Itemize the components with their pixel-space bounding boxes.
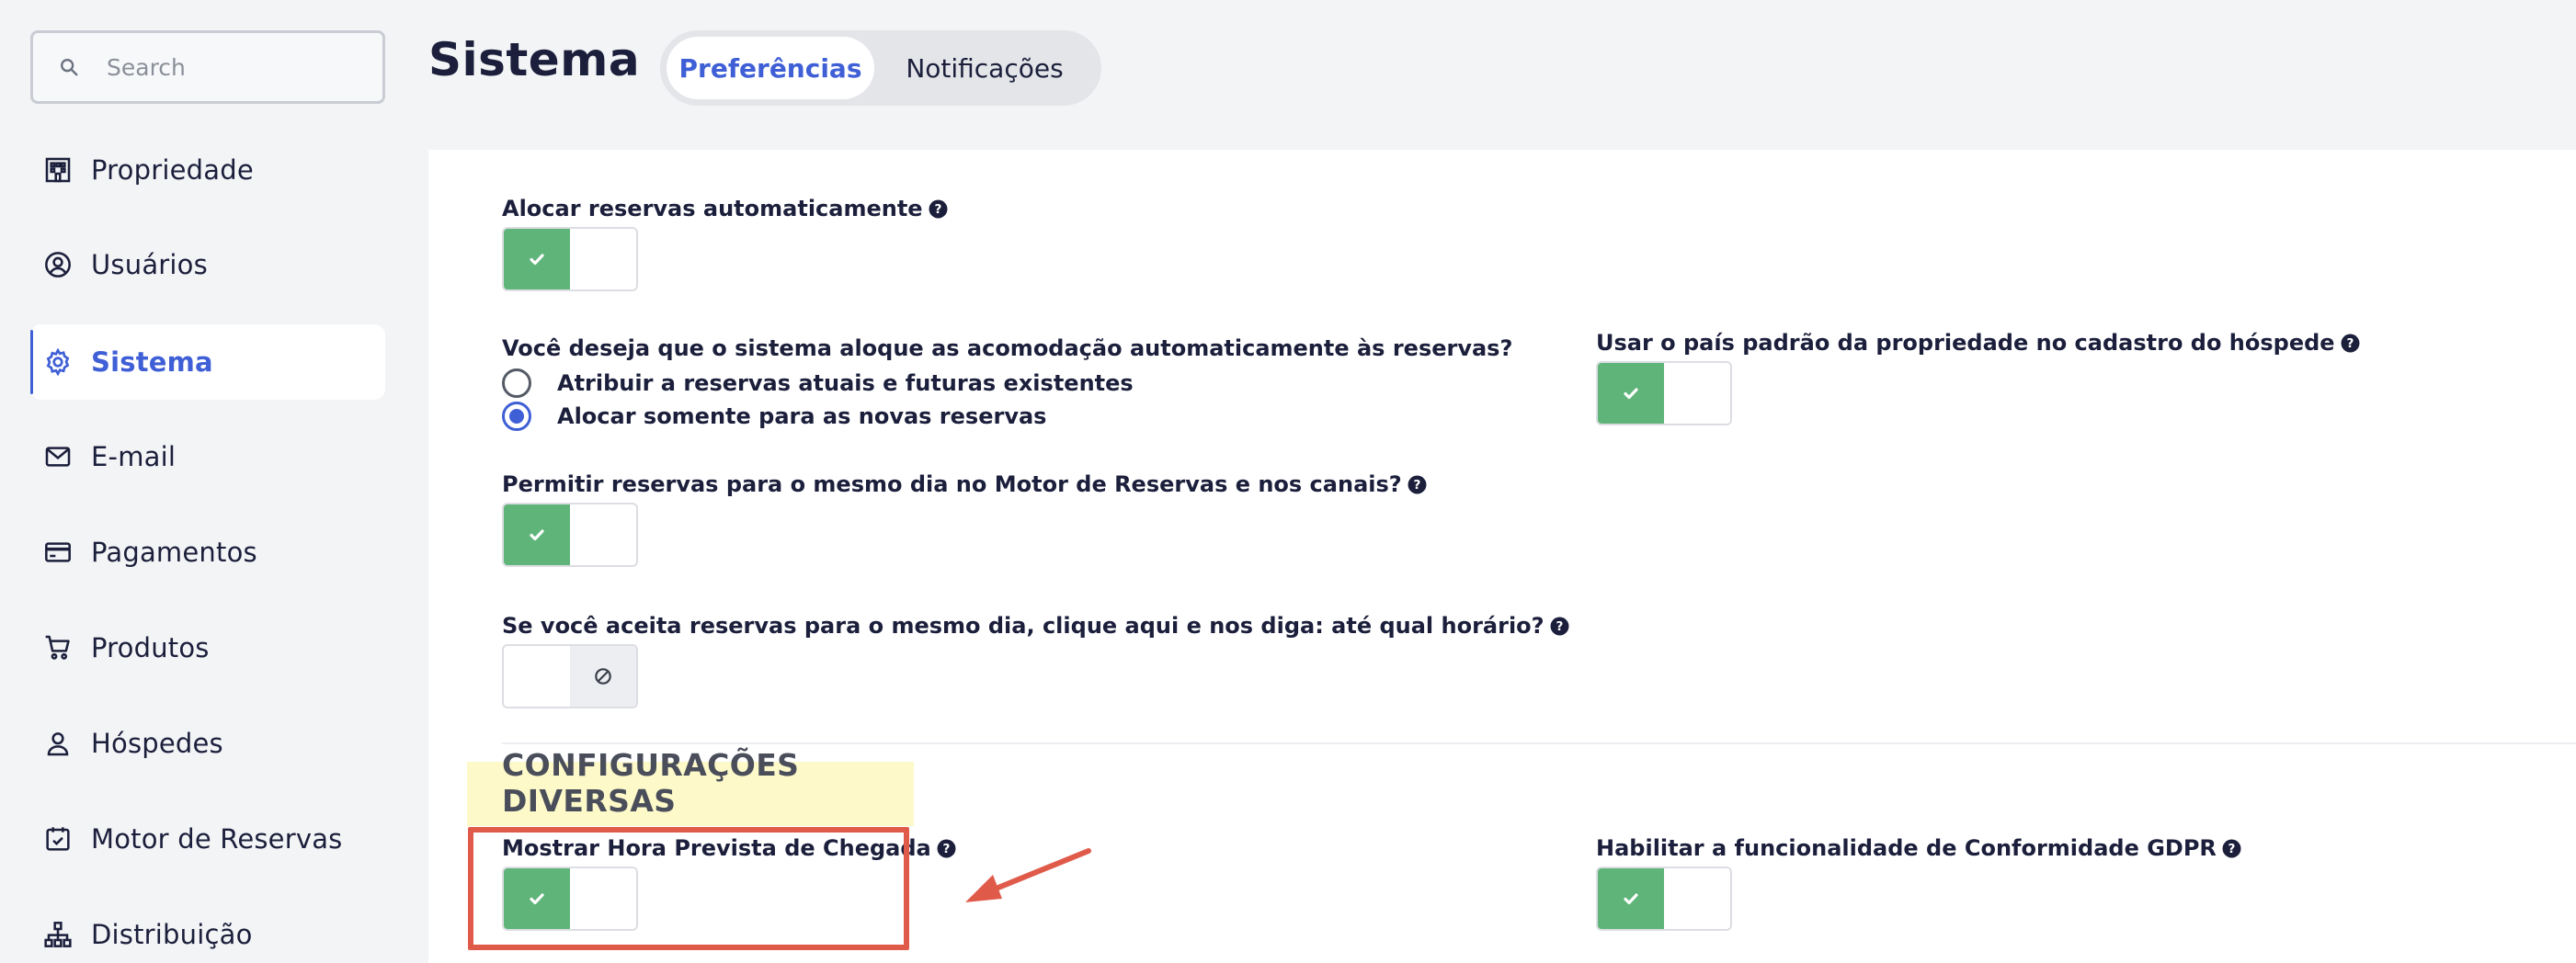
section-divider [502, 742, 2576, 744]
toggle-on-segment [504, 229, 570, 289]
auto-allocate-label: Alocar reservas automaticamente ? [502, 196, 948, 221]
sidebar: Propriedade Usuários Sistema E-mail [0, 0, 428, 963]
sidebar-item-usuarios[interactable]: Usuários [30, 227, 385, 302]
sidebar-item-label: Propriedade [91, 154, 254, 186]
help-icon[interactable]: ? [2341, 334, 2360, 353]
sidebar-item-pagamentos[interactable]: Pagamentos [30, 515, 385, 590]
sidebar-item-label: Pagamentos [91, 537, 257, 568]
radio-option-existing[interactable]: Atribuir a reservas atuais e futuras exi… [502, 368, 1134, 398]
sidebar-item-label: Distribuição [91, 919, 253, 950]
gear-icon [41, 346, 74, 379]
tab-notificacoes[interactable]: Notificações [874, 37, 1095, 99]
annotation-arrow-icon [965, 848, 1091, 902]
svg-text:?: ? [1413, 478, 1420, 493]
check-icon [530, 254, 544, 266]
same-day-time-toggle[interactable] [502, 644, 638, 708]
default-country-label-text: Usar o país padrão da propriedade no cad… [1596, 330, 2335, 356]
search-input[interactable] [107, 53, 355, 81]
help-icon[interactable]: ? [2222, 839, 2241, 858]
toggle-on-segment [1598, 868, 1664, 929]
arrival-time-toggle[interactable] [502, 867, 638, 931]
same-day-time-label-text: Se você aceita reservas para o mesmo dia… [502, 613, 1544, 639]
help-icon[interactable]: ? [1408, 475, 1427, 494]
toggle-off-segment [570, 646, 636, 707]
allocation-question-label: Você deseja que o sistema aloque as acom… [502, 335, 1513, 361]
auto-allocate-label-text: Alocar reservas automaticamente [502, 196, 923, 221]
svg-text:?: ? [934, 202, 941, 217]
check-icon [530, 893, 544, 905]
calendar-check-icon [41, 822, 74, 855]
check-icon [530, 529, 544, 541]
ban-icon [595, 668, 611, 685]
arrival-time-label-text: Mostrar Hora Prevista de Chegada [502, 835, 931, 861]
sidebar-item-label: Motor de Reservas [91, 823, 343, 855]
auto-allocate-toggle[interactable] [502, 227, 638, 291]
check-icon [1624, 893, 1638, 905]
page-title: Sistema [428, 33, 641, 86]
radio-button[interactable] [502, 368, 531, 398]
toggle-on-segment [1598, 363, 1664, 424]
sidebar-item-motor-de-reservas[interactable]: Motor de Reservas [30, 801, 385, 877]
default-country-toggle[interactable] [1596, 361, 1732, 425]
sidebar-item-label: Sistema [91, 346, 213, 378]
shopping-cart-icon [41, 631, 74, 664]
toggle-on-segment [504, 504, 570, 565]
radio-option-label: Alocar somente para as novas reservas [557, 403, 1047, 429]
sidebar-item-hospedes[interactable]: Hóspedes [30, 706, 385, 781]
sidebar-item-sistema[interactable]: Sistema [30, 324, 385, 400]
sidebar-item-distribuicao[interactable]: Distribuição [30, 897, 385, 963]
help-icon[interactable]: ? [1550, 617, 1569, 636]
sidebar-item-email[interactable]: E-mail [30, 419, 385, 494]
svg-text:?: ? [942, 842, 950, 856]
tab-preferencias[interactable]: Preferências [667, 37, 874, 99]
sidebar-item-propriedade[interactable]: Propriedade [30, 132, 385, 208]
sidebar-item-label: Usuários [91, 249, 208, 280]
same-day-label: Permitir reservas para o mesmo dia no Mo… [502, 471, 1427, 497]
sidebar-item-label: Hóspedes [91, 728, 223, 759]
gdpr-toggle[interactable] [1596, 867, 1732, 931]
svg-text:?: ? [2346, 336, 2354, 351]
sitemap-icon [41, 918, 74, 951]
gdpr-label: Habilitar a funcionalidade de Conformida… [1596, 835, 2241, 861]
building-icon [41, 153, 74, 187]
same-day-toggle[interactable] [502, 503, 638, 567]
envelope-icon [41, 440, 74, 473]
default-country-label: Usar o país padrão da propriedade no cad… [1596, 330, 2360, 356]
sidebar-item-label: E-mail [91, 441, 177, 472]
credit-card-icon [41, 536, 74, 569]
same-day-label-text: Permitir reservas para o mesmo dia no Mo… [502, 471, 1402, 497]
user-icon [41, 727, 74, 760]
search-box[interactable] [30, 30, 385, 104]
sidebar-item-label: Produtos [91, 632, 210, 663]
same-day-time-label: Se você aceita reservas para o mesmo dia… [502, 613, 1569, 639]
gdpr-label-text: Habilitar a funcionalidade de Conformida… [1596, 835, 2217, 861]
sidebar-item-produtos[interactable]: Produtos [30, 610, 385, 685]
radio-button-selected[interactable] [502, 402, 531, 431]
tab-bar: Preferências Notificações [660, 30, 1101, 106]
user-circle-icon [41, 248, 74, 281]
arrival-time-label: Mostrar Hora Prevista de Chegada ? [502, 835, 956, 861]
help-icon[interactable]: ? [929, 199, 948, 219]
radio-option-new-only[interactable]: Alocar somente para as novas reservas [502, 402, 1046, 431]
search-icon [61, 59, 78, 76]
svg-text:?: ? [1556, 619, 1563, 634]
check-icon [1624, 388, 1638, 400]
svg-text:?: ? [2228, 842, 2235, 856]
radio-option-label: Atribuir a reservas atuais e futuras exi… [557, 370, 1134, 396]
section-title: CONFIGURAÇÕES DIVERSAS [467, 747, 914, 826]
settings-panel: Alocar reservas automaticamente ? Você d… [428, 150, 2576, 963]
toggle-on-segment [504, 868, 570, 929]
